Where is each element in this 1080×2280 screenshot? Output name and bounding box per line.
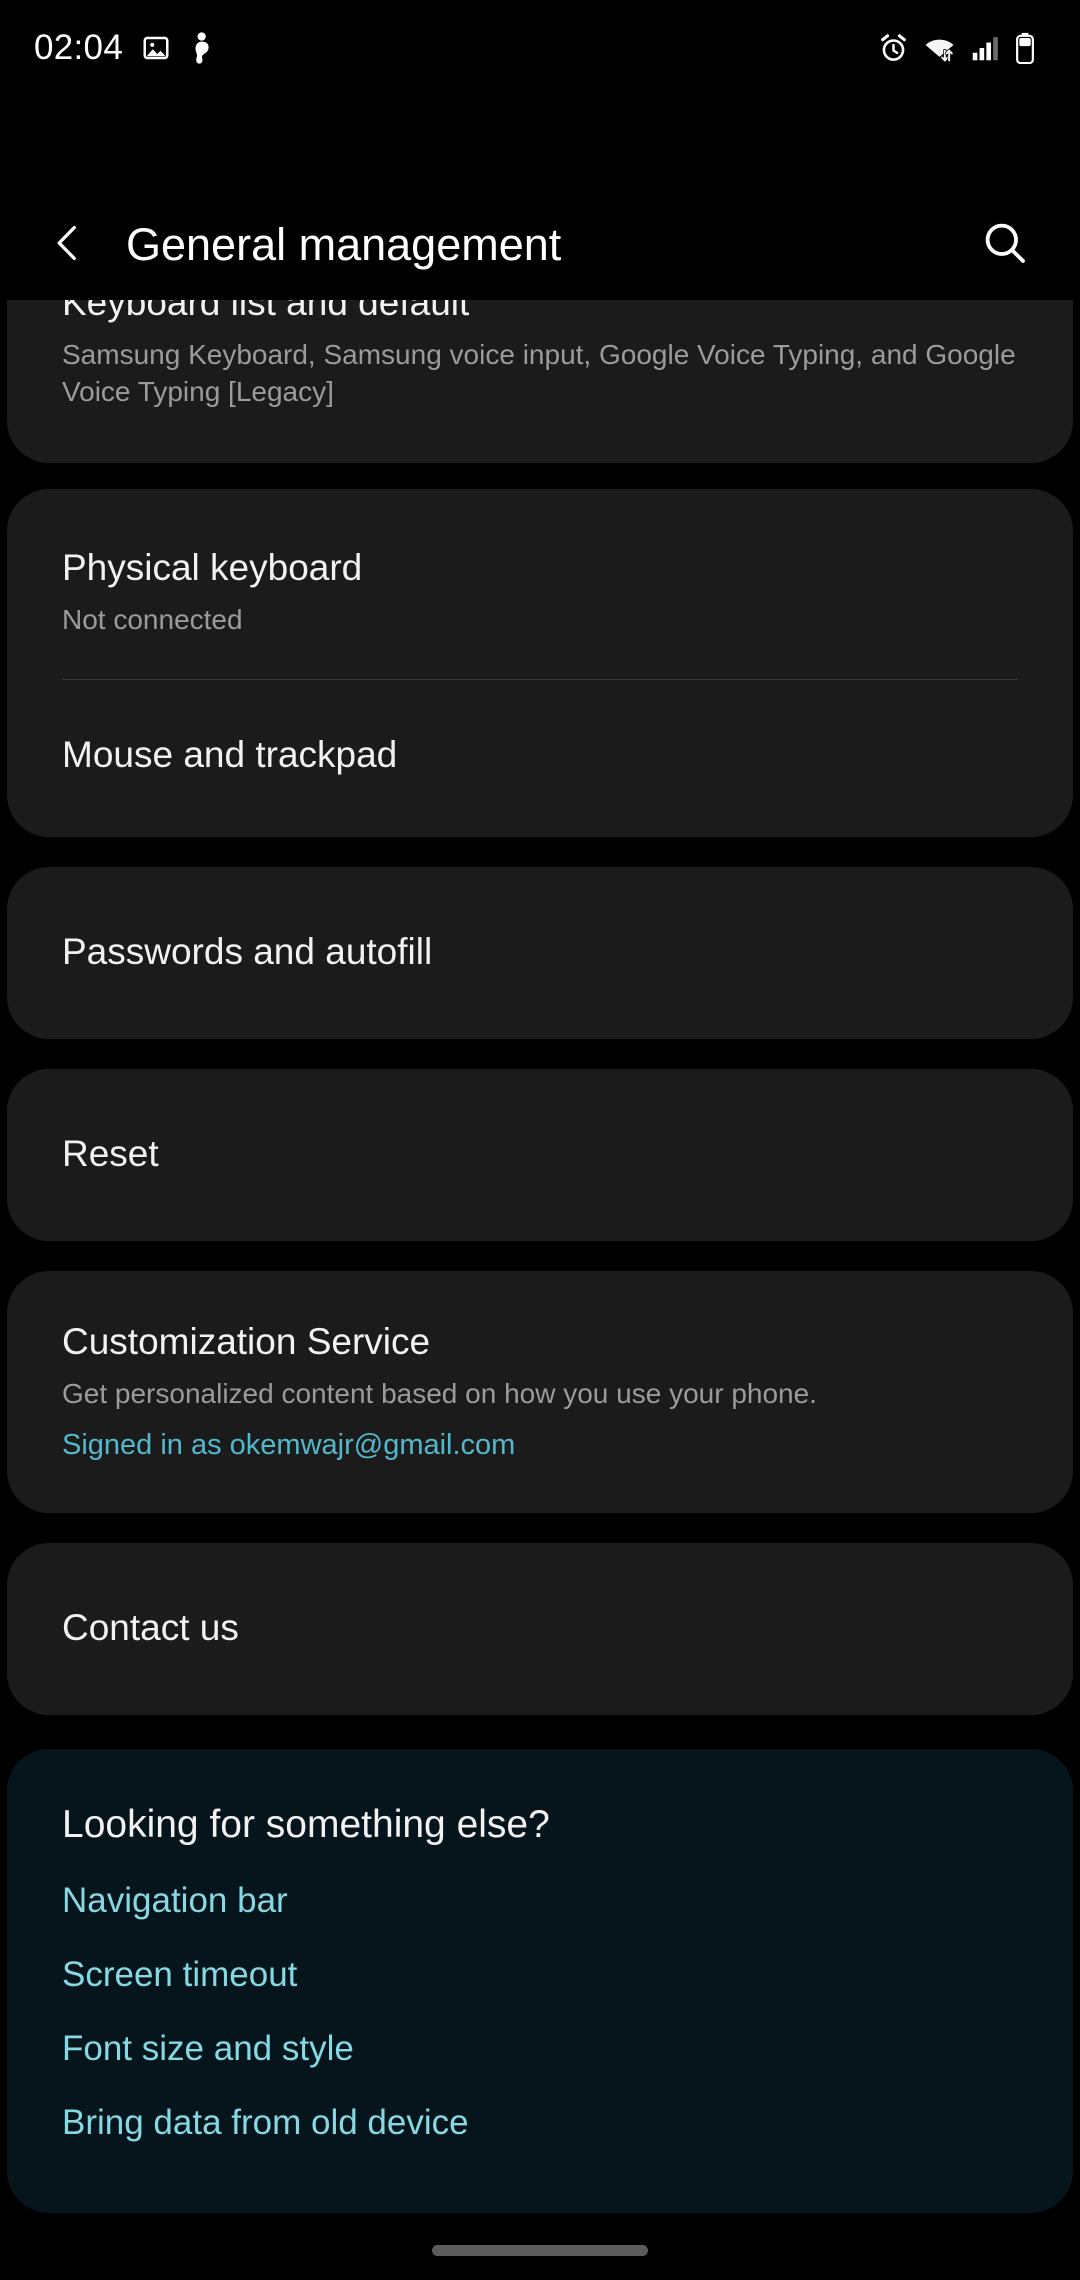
- customization-account-link[interactable]: Signed in as okemwajr@gmail.com: [62, 1426, 1018, 1464]
- setting-title-contact-us: Contact us: [62, 1606, 239, 1648]
- looking-for-title: Looking for something else?: [62, 1802, 550, 1846]
- alarm-icon: [878, 33, 909, 64]
- status-bar-left: 02:04: [34, 28, 217, 68]
- setting-title-reset: Reset: [62, 1132, 159, 1174]
- suggestion-link-bring-data-from-old-device[interactable]: Bring data from old device: [62, 2069, 1018, 2143]
- setting-card-input-devices: Physical keyboard Not connected Mouse an…: [7, 489, 1073, 837]
- card-bottom-spacer: [62, 2143, 1018, 2213]
- pregnancy-tracker-icon: [189, 32, 217, 64]
- setting-card-keyboard-list[interactable]: Keyboard list and default Samsung Keyboa…: [7, 300, 1073, 464]
- wifi-icon: [923, 33, 956, 64]
- status-clock: 02:04: [34, 28, 124, 67]
- status-bar-right: [878, 32, 1046, 64]
- setting-status-physical-keyboard: Not connected: [62, 604, 243, 636]
- app-bar: General management: [0, 190, 1080, 300]
- setting-card-contact-us[interactable]: Contact us: [7, 1542, 1073, 1715]
- setting-card-reset[interactable]: Reset: [7, 1068, 1073, 1242]
- search-button[interactable]: [964, 204, 1046, 286]
- phone-screen: 02:04 General management Keyboard list a…: [0, 0, 1080, 2280]
- setting-row-passwords[interactable]: Passwords and autofill: [62, 867, 1018, 1039]
- search-icon: [981, 219, 1029, 272]
- setting-title-physical-keyboard: Physical keyboard: [62, 547, 363, 589]
- setting-row-mouse-trackpad[interactable]: Mouse and trackpad: [62, 680, 1018, 836]
- status-bar: 02:04: [0, 0, 1080, 96]
- setting-subtitle-keyboard-list: Samsung Keyboard, Samsung voice input, G…: [62, 339, 1016, 408]
- battery-icon: [1014, 32, 1036, 64]
- suggestion-link-font-size-and-style[interactable]: Font size and style: [62, 1995, 1018, 2069]
- setting-row-reset[interactable]: Reset: [62, 1069, 1018, 1241]
- setting-card-customization-service[interactable]: Customization Service Get personalized c…: [7, 1271, 1073, 1513]
- suggestion-link-navigation-bar[interactable]: Navigation bar: [62, 1847, 1018, 1921]
- setting-card-passwords[interactable]: Passwords and autofill: [7, 866, 1073, 1039]
- suggestion-link-screen-timeout[interactable]: Screen timeout: [62, 1921, 1018, 1995]
- setting-row-physical-keyboard[interactable]: Physical keyboard Not connected: [62, 489, 1018, 679]
- setting-title-mouse-trackpad: Mouse and trackpad: [62, 734, 398, 776]
- setting-title-keyboard-list: Keyboard list and default: [62, 300, 470, 323]
- back-button[interactable]: [22, 199, 114, 291]
- setting-row-contact-us[interactable]: Contact us: [62, 1543, 1018, 1715]
- settings-scroll-area[interactable]: Keyboard list and default Samsung Keyboa…: [0, 300, 1080, 2220]
- setting-title-customization-service: Customization Service: [62, 1321, 431, 1363]
- back-chevron-icon: [46, 221, 90, 270]
- page-title: General management: [126, 219, 562, 270]
- looking-for-something-else-card: Looking for something else? Navigation b…: [7, 1748, 1073, 2213]
- cellular-signal-icon: [970, 33, 1000, 63]
- setting-title-passwords: Passwords and autofill: [62, 930, 433, 972]
- setting-row-customization-service[interactable]: Customization Service Get personalized c…: [62, 1271, 1018, 1512]
- setting-subtitle-customization-service: Get personalized content based on how yo…: [62, 1378, 817, 1410]
- setting-row-keyboard-list[interactable]: Keyboard list and default Samsung Keyboa…: [62, 300, 1018, 457]
- image-icon: [141, 33, 171, 63]
- gesture-handle[interactable]: [432, 2245, 648, 2256]
